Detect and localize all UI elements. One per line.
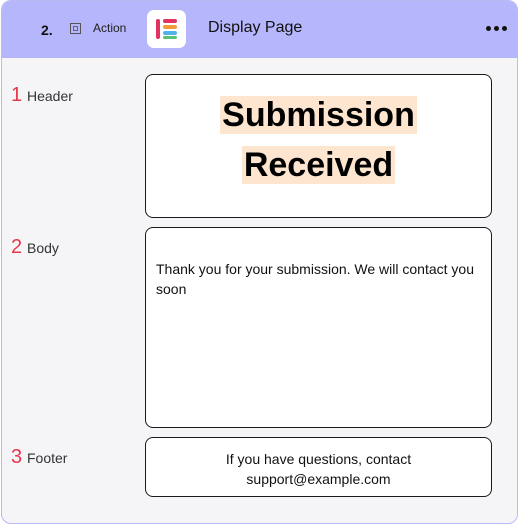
action-card: 2. Action Display Page 1 Header 2 Body 3… <box>1 0 518 524</box>
section-number: 3 <box>11 446 23 468</box>
action-label: Action <box>93 21 127 35</box>
section-label-text: Footer <box>27 450 68 466</box>
app-title: Display Page <box>208 19 303 36</box>
footer-content-box[interactable]: If you have questions, contact support@e… <box>145 437 492 497</box>
section-label-text: Body <box>27 240 59 256</box>
body-content-box[interactable]: Thank you for your submission. We will c… <box>145 227 492 428</box>
more-options-icon[interactable] <box>486 25 508 33</box>
action-type-icon <box>70 23 81 34</box>
section-number: 1 <box>11 84 23 106</box>
elementor-logo-icon <box>147 10 186 48</box>
header-content-box[interactable]: Submission Received <box>145 74 492 218</box>
footer-text: If you have questions, contact support@e… <box>225 451 412 487</box>
headline-line-2: Received <box>241 146 396 184</box>
section-number: 2 <box>11 236 23 258</box>
action-header-bar[interactable]: 2. Action Display Page <box>2 1 517 58</box>
headline-line-1: Submission <box>220 96 417 134</box>
header-headline: Submission Received <box>220 90 417 190</box>
section-label-text: Header <box>27 88 73 104</box>
body-text: Thank you for your submission. We will c… <box>156 261 474 297</box>
step-number: 2. <box>41 22 53 38</box>
